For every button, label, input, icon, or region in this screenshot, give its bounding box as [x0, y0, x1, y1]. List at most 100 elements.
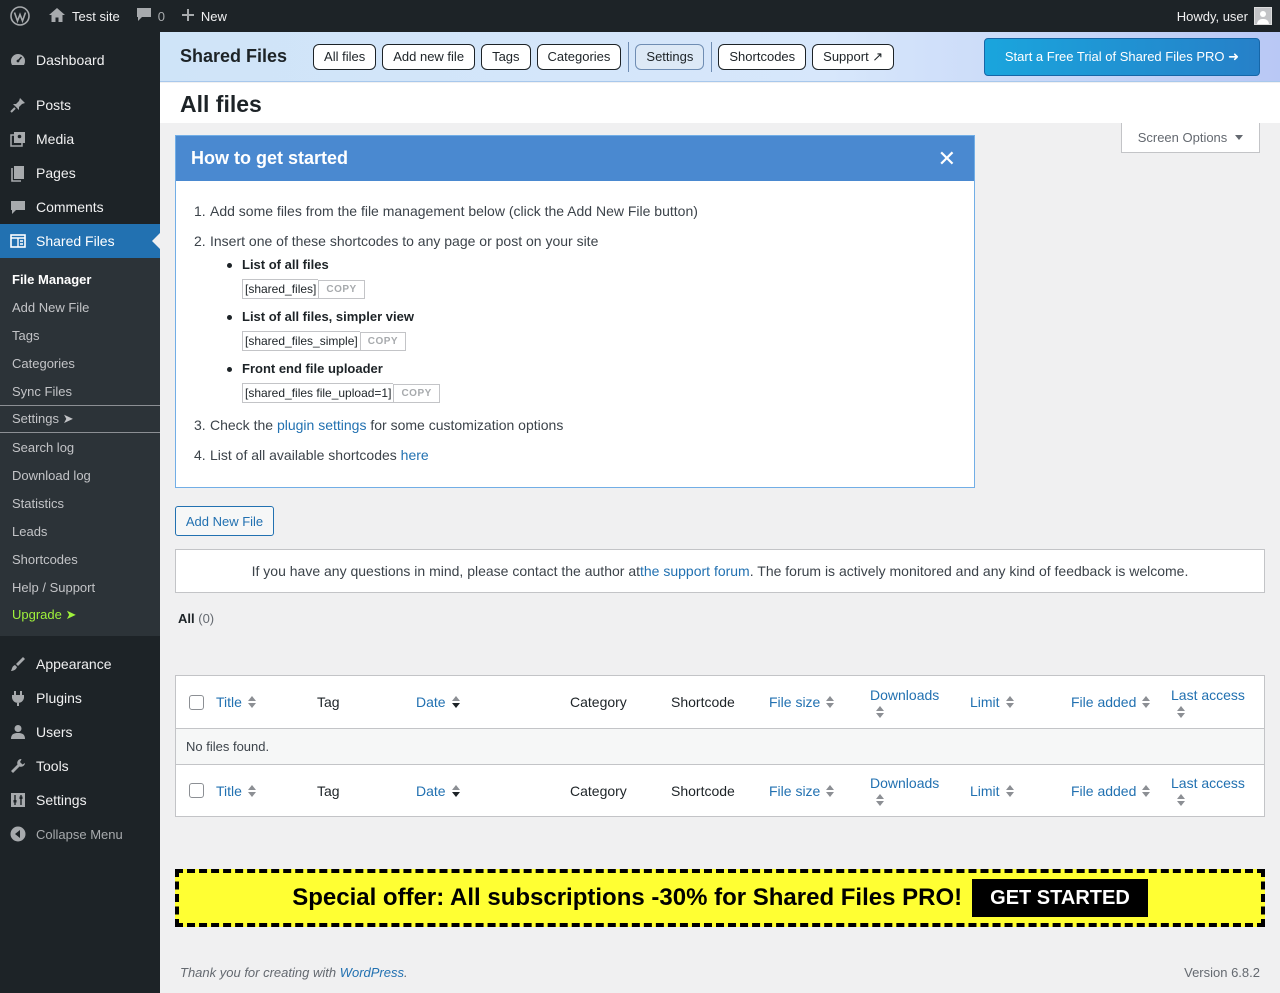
new-content-link[interactable]: New — [173, 0, 235, 32]
sort-arrows-icon — [1177, 794, 1185, 806]
shortcode-text[interactable]: [shared_files] — [242, 279, 319, 299]
site-name-link[interactable]: Test site — [40, 0, 128, 32]
sidebar-item-tools[interactable]: Tools — [0, 749, 160, 783]
sidebar-item-comments[interactable]: Comments — [0, 190, 160, 224]
sidebar-item-appearance[interactable]: Appearance — [0, 647, 160, 681]
column-limit[interactable]: Limit — [970, 694, 1071, 710]
view-all-link[interactable]: All — [178, 611, 195, 626]
submenu-help-support[interactable]: Help / Support — [0, 573, 160, 601]
submenu-file-manager[interactable]: File Manager — [0, 265, 160, 293]
column-downloads[interactable]: Downloads — [870, 775, 970, 806]
sidebar-item-label: Comments — [36, 199, 104, 215]
add-new-file-button[interactable]: Add New File — [175, 506, 274, 536]
submenu-search-log[interactable]: Search log — [0, 433, 160, 461]
tab-settings[interactable]: Settings — [635, 43, 705, 70]
select-all-checkbox[interactable] — [176, 783, 216, 798]
my-account-link[interactable]: Howdy, user — [1177, 7, 1280, 25]
sidebar-item-label: Shared Files — [36, 233, 115, 249]
shortcode-list: List of all files [shared_files] COPY Li… — [224, 257, 956, 403]
wordpress-link[interactable]: WordPress — [340, 965, 404, 980]
how-to-body: 1. Add some files from the file manageme… — [176, 181, 974, 463]
submenu-upgrade[interactable]: Upgrade ➤ — [0, 601, 160, 629]
copy-button[interactable]: COPY — [393, 383, 440, 403]
column-title[interactable]: Title — [216, 694, 317, 710]
column-file-size[interactable]: File size — [769, 694, 870, 710]
sidebar-item-settings[interactable]: Settings — [0, 783, 160, 817]
step-1: 1. Add some files from the file manageme… — [194, 203, 956, 219]
sidebar-item-users[interactable]: Users — [0, 715, 160, 749]
shortcode-text[interactable]: [shared_files file_upload=1] — [242, 383, 394, 403]
column-file-size[interactable]: File size — [769, 783, 870, 799]
avatar — [1254, 7, 1272, 25]
copy-button[interactable]: COPY — [359, 331, 407, 351]
submenu-categories[interactable]: Categories — [0, 349, 160, 377]
footer-version: Version 6.8.2 — [1184, 965, 1260, 980]
step-4: 4. List of all available shortcodes here — [194, 447, 956, 463]
footer-text: . — [404, 965, 408, 980]
submenu-settings[interactable]: Settings ➤ — [0, 405, 160, 433]
support-forum-link[interactable]: the support forum — [640, 563, 750, 579]
submenu-sync-files[interactable]: Sync Files — [0, 377, 160, 405]
tab-categories[interactable]: Categories — [536, 43, 622, 70]
admin-bar: Test site 0 New Howdy, user — [0, 0, 1280, 32]
column-tag: Tag — [317, 694, 340, 710]
media-icon — [8, 129, 28, 149]
column-category: Category — [570, 694, 627, 710]
special-offer-banner[interactable]: Special offer: All subscriptions -30% fo… — [175, 869, 1265, 927]
tab-tags[interactable]: Tags — [481, 43, 531, 70]
screen-options-button[interactable]: Screen Options — [1121, 123, 1260, 153]
sidebar-item-pages[interactable]: Pages — [0, 156, 160, 190]
column-last-access[interactable]: Last access — [1171, 775, 1261, 806]
comments-link[interactable]: 0 — [128, 0, 173, 32]
wrench-icon — [8, 756, 28, 776]
column-file-added[interactable]: File added — [1071, 694, 1171, 710]
step-text: Insert one of these shortcodes to any pa… — [210, 233, 599, 249]
user-icon — [8, 722, 28, 742]
pages-icon — [8, 163, 28, 183]
submenu-tags[interactable]: Tags — [0, 321, 160, 349]
sort-arrows-icon — [247, 696, 256, 708]
submenu-download-log[interactable]: Download log — [0, 461, 160, 489]
wordpress-logo-icon[interactable] — [0, 0, 40, 32]
copy-button[interactable]: COPY — [318, 279, 365, 299]
column-last-access[interactable]: Last access — [1171, 687, 1261, 718]
sidebar-item-media[interactable]: Media — [0, 122, 160, 156]
sidebar-item-label: Tools — [36, 758, 69, 774]
sidebar-item-dashboard[interactable]: Dashboard — [0, 43, 160, 77]
column-title[interactable]: Title — [216, 783, 317, 799]
shortcode-text[interactable]: [shared_files_simple] — [242, 331, 360, 351]
table-footer-row: Title Tag Date Category Shortcode File s… — [176, 765, 1264, 816]
tab-support[interactable]: Support ↗ — [812, 43, 895, 70]
submenu-shortcodes[interactable]: Shortcodes — [0, 545, 160, 573]
submenu-statistics[interactable]: Statistics — [0, 489, 160, 517]
sidebar-item-label: Appearance — [36, 656, 112, 672]
free-trial-button[interactable]: Start a Free Trial of Shared Files PRO ➜ — [983, 37, 1260, 76]
column-category: Category — [570, 782, 627, 799]
column-date[interactable]: Date — [416, 783, 570, 799]
sidebar-item-label: Posts — [36, 97, 72, 113]
submenu-add-new-file[interactable]: Add New File — [0, 293, 160, 321]
step-number: 3. — [194, 417, 206, 433]
tab-shortcodes[interactable]: Shortcodes — [718, 43, 807, 70]
shortcodes-here-link[interactable]: here — [401, 447, 429, 463]
tab-all-files[interactable]: All files — [313, 43, 377, 70]
sort-arrows-icon — [1005, 784, 1014, 797]
column-downloads[interactable]: Downloads — [870, 687, 970, 718]
sidebar-item-posts[interactable]: Posts — [0, 88, 160, 122]
column-date[interactable]: Date — [416, 694, 570, 710]
select-all-checkbox[interactable] — [176, 694, 216, 710]
get-started-button[interactable]: GET STARTED — [972, 879, 1148, 917]
column-limit[interactable]: Limit — [970, 783, 1071, 799]
sidebar-item-shared-files[interactable]: Shared Files — [0, 224, 160, 258]
plug-icon — [8, 688, 28, 708]
tab-add-new-file[interactable]: Add new file — [382, 43, 476, 70]
collapse-menu-button[interactable]: Collapse Menu — [0, 817, 160, 851]
files-table: Title Tag Date Category Shortcode File s… — [175, 675, 1265, 817]
close-icon[interactable]: ✕ — [938, 147, 956, 170]
plugin-settings-link[interactable]: plugin settings — [277, 417, 367, 433]
no-items-row: No files found. — [176, 729, 1264, 765]
page-title-bar: All files — [160, 83, 1280, 123]
column-file-added[interactable]: File added — [1071, 783, 1171, 799]
submenu-leads[interactable]: Leads — [0, 517, 160, 545]
sidebar-item-plugins[interactable]: Plugins — [0, 681, 160, 715]
